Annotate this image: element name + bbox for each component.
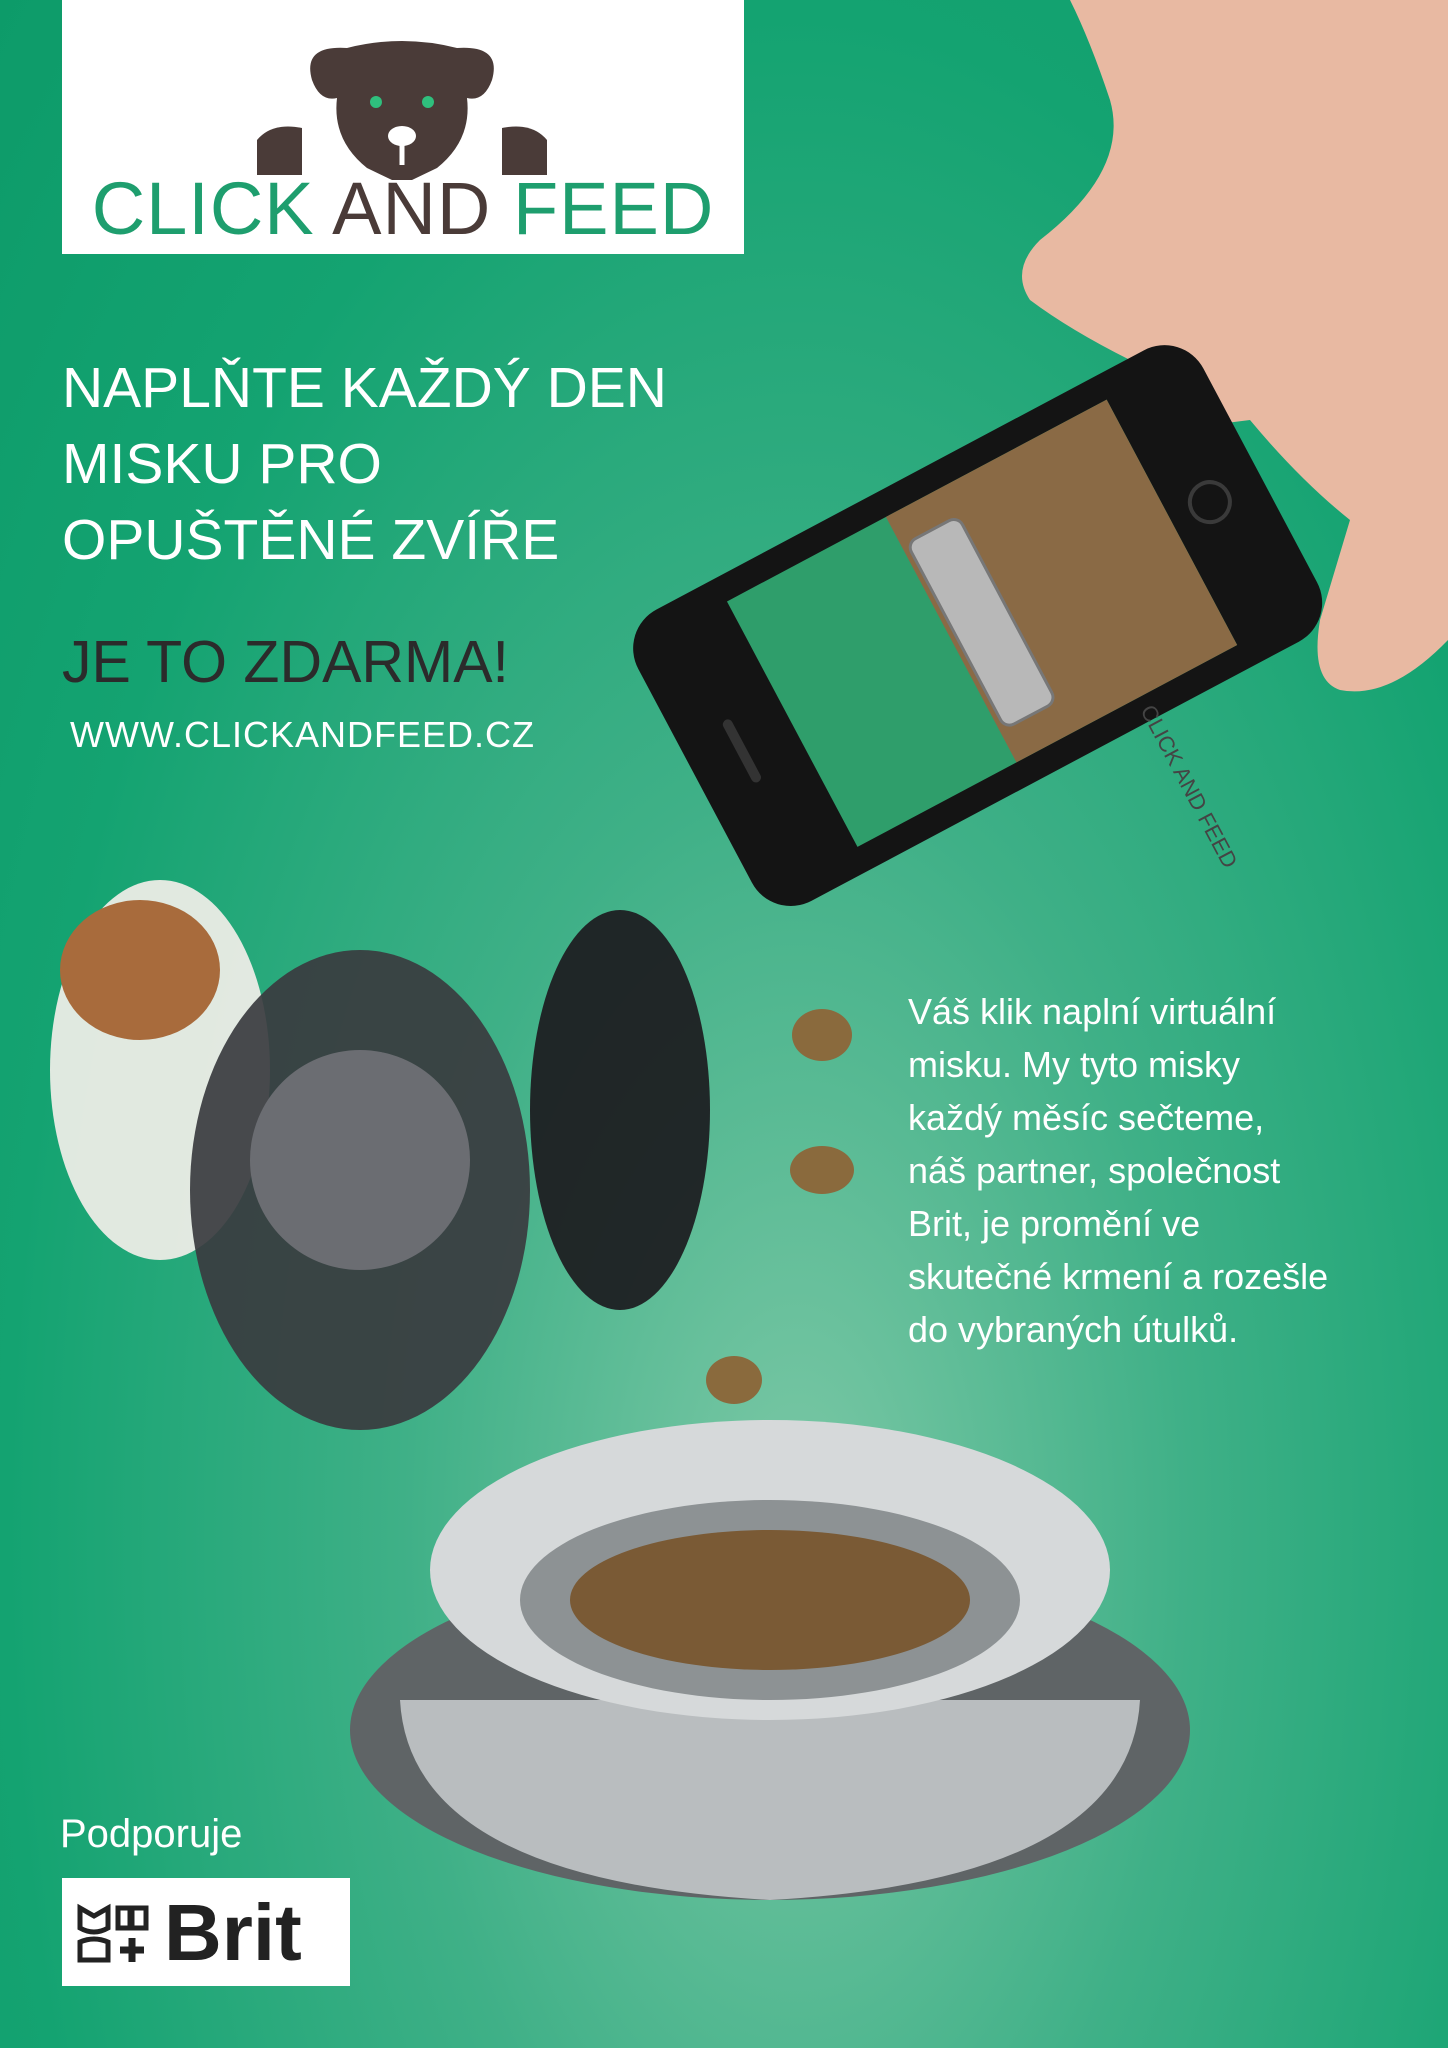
phone-button-label: CLICK AND FEED (1136, 701, 1243, 872)
dogs-illustration (50, 880, 710, 1430)
logo-box: CLICK AND FEED (62, 0, 744, 254)
headline-line-2: MISKU PRO (62, 432, 382, 496)
description-line-2: misku. My tyto misky (908, 1044, 1241, 1085)
logo-wordmark: CLICK AND FEED (62, 172, 744, 246)
phone-illustration: CLICK AND FEED (633, 345, 1323, 906)
brit-logo[interactable]: Brit (62, 1878, 350, 1986)
description: Váš klik naplní virtuální misku. My tyto… (908, 985, 1408, 1356)
kibble-pieces (706, 1009, 854, 1404)
headline: NAPLŇTE KAŽDÝ DEN MISKU PRO OPUŠTĚNÉ ZVÍ… (62, 350, 667, 578)
description-line-4: náš partner, společnost (908, 1150, 1281, 1191)
description-line-6: skutečné krmení a rozešle (908, 1256, 1329, 1297)
sponsor-label: Podporuje (60, 1812, 243, 1856)
brit-wordmark: Brit (164, 1888, 302, 1977)
headline-line-3: OPUŠTĚNÉ ZVÍŘE (62, 508, 560, 572)
bowl-illustration (350, 1420, 1190, 1900)
poster: CLICK AND FEED NAPLŇTE KAŽDÝ DEN MISKU P… (0, 0, 1448, 2048)
description-line-5: Brit, je promění ve (908, 1203, 1201, 1244)
logo-word-and: AND (332, 167, 492, 250)
dog-logo-icon (257, 41, 547, 180)
headline-line-1: NAPLŇTE KAŽDÝ DEN (62, 356, 667, 420)
logo-word-click: CLICK (91, 167, 315, 250)
brit-paw-icon (77, 1903, 149, 1963)
description-line-7: do vybraných útulků. (908, 1309, 1239, 1350)
website-link[interactable]: WWW.CLICKANDFEED.CZ (70, 714, 535, 756)
logo-word-feed: FEED (512, 167, 715, 250)
description-line-3: každý měsíc sečteme, (908, 1097, 1265, 1138)
free-text: JE TO ZDARMA! (62, 629, 509, 695)
description-line-1: Váš klik naplní virtuální (908, 991, 1277, 1032)
